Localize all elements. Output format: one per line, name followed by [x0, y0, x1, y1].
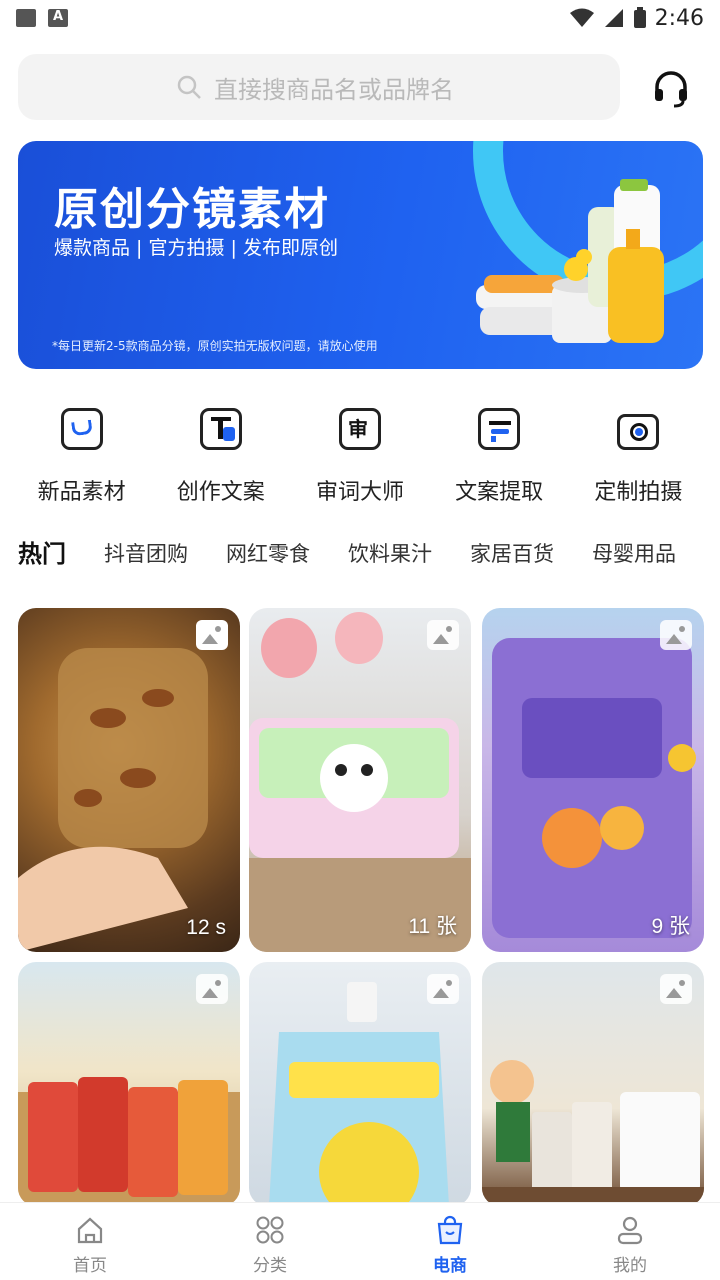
- material-card[interactable]: 12 s: [18, 608, 240, 952]
- grid-icon: [256, 1216, 284, 1244]
- material-card[interactable]: 9 张: [482, 608, 704, 952]
- shop-bag-icon: [437, 1215, 463, 1245]
- image-badge-icon: [660, 620, 692, 650]
- tab-baby[interactable]: 母婴用品: [592, 534, 676, 568]
- material-card[interactable]: [482, 962, 704, 1206]
- quick-item-copywriting[interactable]: 创作文案: [156, 408, 286, 506]
- banner-title: 原创分镜素材: [54, 184, 330, 235]
- extract-icon: [478, 408, 521, 450]
- video-badge-icon: [196, 620, 228, 650]
- nav-label: 电商: [433, 1256, 467, 1276]
- status-bar: 2:46: [0, 0, 720, 36]
- card-count: 11 张: [408, 915, 457, 938]
- quick-item-custom-shoot[interactable]: 定制拍摄: [573, 408, 703, 506]
- search-icon: [177, 75, 201, 99]
- quick-label: 文案提取: [455, 480, 544, 505]
- font-notification-icon: [48, 9, 68, 27]
- tab-drinks[interactable]: 饮料果汁: [348, 534, 432, 568]
- quick-item-extract[interactable]: 文案提取: [434, 408, 564, 506]
- nav-item-home[interactable]: 首页: [30, 1203, 150, 1280]
- banner-subtitle: 爆款商品 | 官方拍摄 | 发布即原创: [54, 237, 338, 259]
- nav-label: 首页: [73, 1256, 107, 1276]
- card-image-gummy-candy: [492, 638, 696, 938]
- customer-service-icon[interactable]: [652, 70, 690, 108]
- user-icon: [617, 1216, 643, 1245]
- image-badge-icon: [660, 974, 692, 1004]
- banner-note: *每日更新2-5款商品分镜，原创实拍无版权问题，请放心使用: [52, 339, 378, 353]
- quick-label: 创作文案: [176, 480, 265, 505]
- clock: 2:46: [654, 5, 704, 31]
- quick-item-review[interactable]: 审 审词大师: [295, 408, 425, 506]
- nav-item-category[interactable]: 分类: [210, 1203, 330, 1280]
- gallery-notification-icon: [16, 9, 36, 27]
- tab-home-goods[interactable]: 家居百货: [470, 534, 554, 568]
- card-image-wipes: [249, 612, 471, 952]
- quick-actions: 新品素材 创作文案 审 审词大师 文案提取 定制拍摄: [0, 408, 720, 506]
- material-card[interactable]: [249, 962, 471, 1206]
- category-tabs: 热门 抖音团购 网红零食 饮料果汁 家居百货 母婴用品: [18, 534, 720, 569]
- wifi-icon: [569, 8, 594, 27]
- quick-label: 新品素材: [37, 480, 126, 505]
- bottom-nav: 首页 分类 电商 我的: [0, 1202, 720, 1280]
- home-icon: [77, 1217, 103, 1244]
- material-card[interactable]: 11 张: [249, 608, 471, 952]
- quick-item-new-material[interactable]: 新品素材: [17, 408, 147, 506]
- tab-snacks[interactable]: 网红零食: [226, 534, 310, 568]
- review-icon: 审: [338, 408, 381, 450]
- card-image-nut-bar: [18, 648, 208, 952]
- image-badge-icon: [427, 620, 459, 650]
- search-placeholder: 直接搜商品名或品牌名: [214, 75, 454, 104]
- tab-hot[interactable]: 热门: [18, 534, 66, 569]
- nav-item-shop[interactable]: 电商: [390, 1203, 510, 1280]
- quick-label: 定制拍摄: [594, 480, 683, 505]
- battery-icon: [633, 7, 646, 28]
- material-card[interactable]: [18, 962, 240, 1206]
- text-icon: [199, 408, 242, 450]
- card-count: 12 s: [186, 916, 226, 939]
- image-badge-icon: [427, 974, 459, 1004]
- nav-label: 分类: [253, 1256, 287, 1276]
- camera-icon: [617, 414, 660, 450]
- card-count: 9 张: [651, 915, 690, 938]
- promo-banner[interactable]: 原创分镜素材 爆款商品 | 官方拍摄 | 发布即原创 *每日更新2-5款商品分镜…: [18, 141, 703, 369]
- banner-product-image: [476, 179, 664, 343]
- tab-douyin-group[interactable]: 抖音团购: [104, 534, 188, 568]
- nav-item-profile[interactable]: 我的: [570, 1203, 690, 1280]
- quick-label: 审词大师: [315, 480, 404, 505]
- search-input[interactable]: 直接搜商品名或品牌名: [18, 54, 620, 120]
- nav-label: 我的: [613, 1256, 647, 1276]
- image-badge-icon: [196, 974, 228, 1004]
- signal-icon: [604, 9, 623, 27]
- bag-icon: [60, 408, 103, 450]
